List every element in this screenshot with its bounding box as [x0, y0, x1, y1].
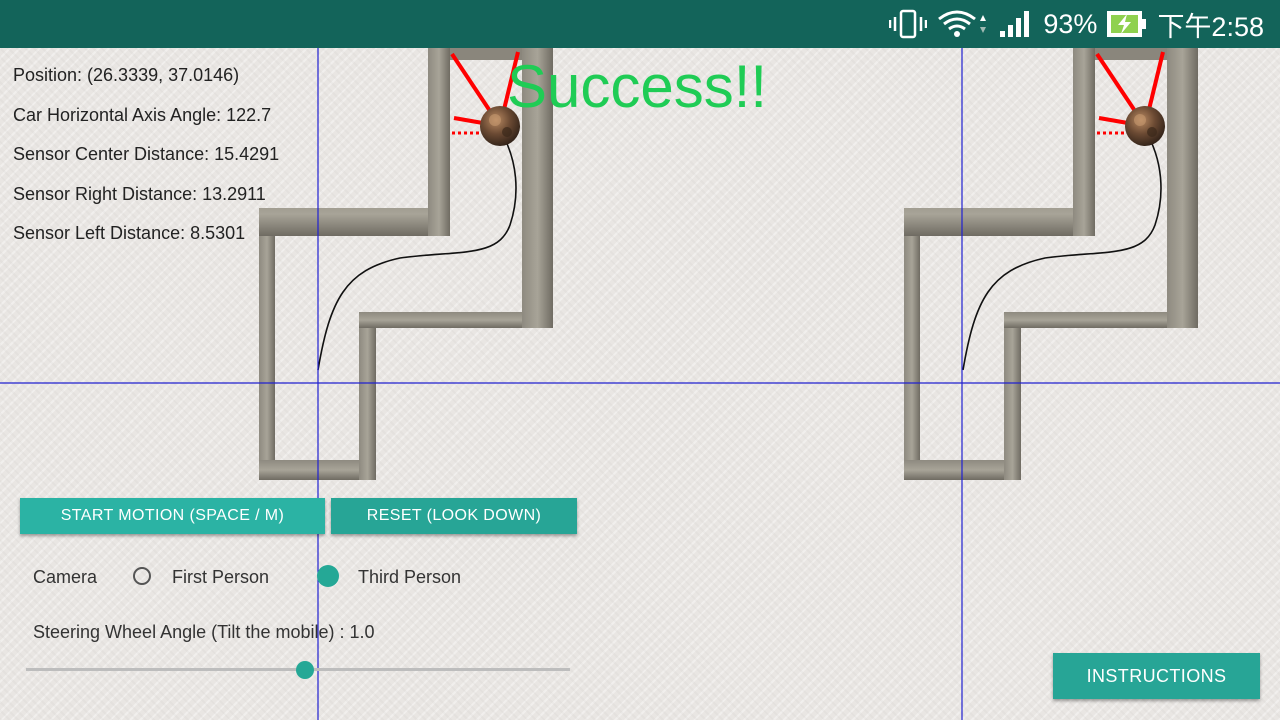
position-readout: Position: (26.3339, 37.0146) [13, 65, 240, 85]
instructions-button[interactable]: INSTRUCTIONS [1053, 653, 1260, 699]
first-person-label[interactable]: First Person [172, 567, 269, 588]
angle-readout: Car Horizontal Axis Angle: 122.7 [13, 104, 272, 125]
steering-label: Steering Wheel Angle (Tilt the mobile) :… [33, 622, 375, 642]
steering-slider-thumb[interactable] [296, 661, 314, 679]
right-view-track [902, 46, 1200, 482]
first-person-radio[interactable] [133, 567, 151, 585]
right-sensor-readout: Sensor Right Distance: 13.2911 [13, 183, 266, 204]
camera-label: Camera [33, 567, 98, 587]
third-person-label[interactable]: Third Person [358, 567, 461, 588]
start-motion-button[interactable]: START MOTION (SPACE / M) [20, 498, 325, 534]
reset-button[interactable]: RESET (LOOK DOWN) [331, 498, 577, 534]
left-sensor-readout: Sensor Left Distance: 8.5301 [13, 223, 246, 243]
telemetry-panel: Position: (26.3339, 37.0146) Car Horizon… [13, 64, 279, 262]
success-message: Success!! [507, 53, 768, 120]
third-person-radio[interactable] [317, 565, 339, 587]
center-sensor-readout: Sensor Center Distance: 15.4291 [13, 144, 280, 164]
